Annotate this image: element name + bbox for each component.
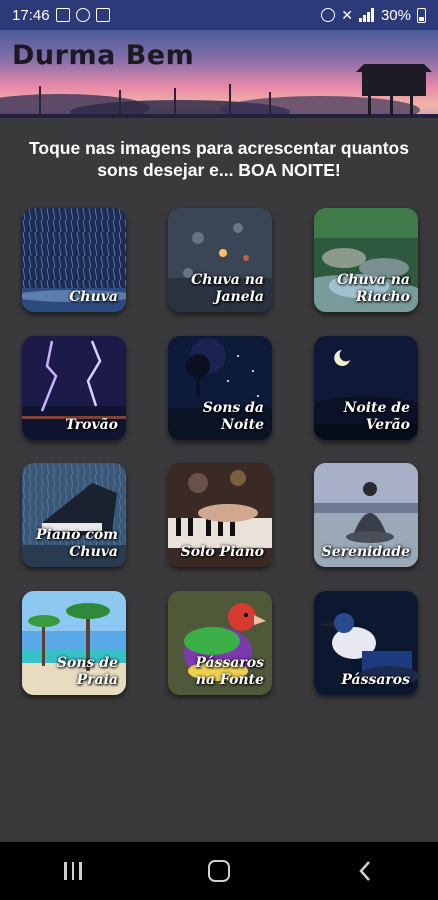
sound-tile-finch[interactable]: Pássaros na Fonte xyxy=(168,591,272,695)
sound-tile-label: Chuva xyxy=(69,289,118,305)
sounds-grid: Chuva Chuva na Janela Chuva na Riacho Trovã… xyxy=(0,0,438,900)
sound-tile-label: Pássaros na Fonte xyxy=(195,655,264,688)
sound-tile-label: Sons da Noite xyxy=(202,400,264,433)
sound-tile-thunder[interactable]: Trovão xyxy=(22,336,126,440)
sound-tile-label: Chuva na Riacho xyxy=(337,272,410,305)
sound-tile-label: Piano com Chuva xyxy=(36,527,118,560)
sound-tile-stream[interactable]: Chuva na Riacho xyxy=(314,208,418,312)
sound-tile-window-rain[interactable]: Chuva na Janela xyxy=(168,208,272,312)
sound-tile-label: Serenidade xyxy=(321,544,410,560)
sound-tile-label: Solo Piano xyxy=(180,544,264,560)
back-icon xyxy=(359,861,370,881)
sound-tile-kingfisher[interactable]: Pássaros xyxy=(314,591,418,695)
recent-apps-button[interactable] xyxy=(43,851,103,891)
sound-tile-label: Trovão xyxy=(65,417,118,433)
recent-apps-icon xyxy=(64,862,82,880)
sound-tile-label: Chuva na Janela xyxy=(191,272,264,305)
home-icon xyxy=(208,860,230,882)
sound-tile-label: Pássaros xyxy=(341,672,410,688)
sound-tile-night[interactable]: Sons da Noite xyxy=(168,336,272,440)
sound-tile-piano-rain[interactable]: Piano com Chuva xyxy=(22,463,126,567)
sound-tile-solo-piano[interactable]: Solo Piano xyxy=(168,463,272,567)
back-button[interactable] xyxy=(335,851,395,891)
sound-tile-label: Sons de Praia xyxy=(56,655,118,688)
sound-tile-rain[interactable]: Chuva xyxy=(22,208,126,312)
home-button[interactable] xyxy=(189,851,249,891)
navigation-bar xyxy=(0,842,438,900)
sound-tile-summer-night[interactable]: Noite de Verão xyxy=(314,336,418,440)
sound-tile-label: Noite de Verão xyxy=(343,400,410,433)
sound-tile-beach[interactable]: Sons de Praia xyxy=(22,591,126,695)
sound-tile-serenity[interactable]: Serenidade xyxy=(314,463,418,567)
